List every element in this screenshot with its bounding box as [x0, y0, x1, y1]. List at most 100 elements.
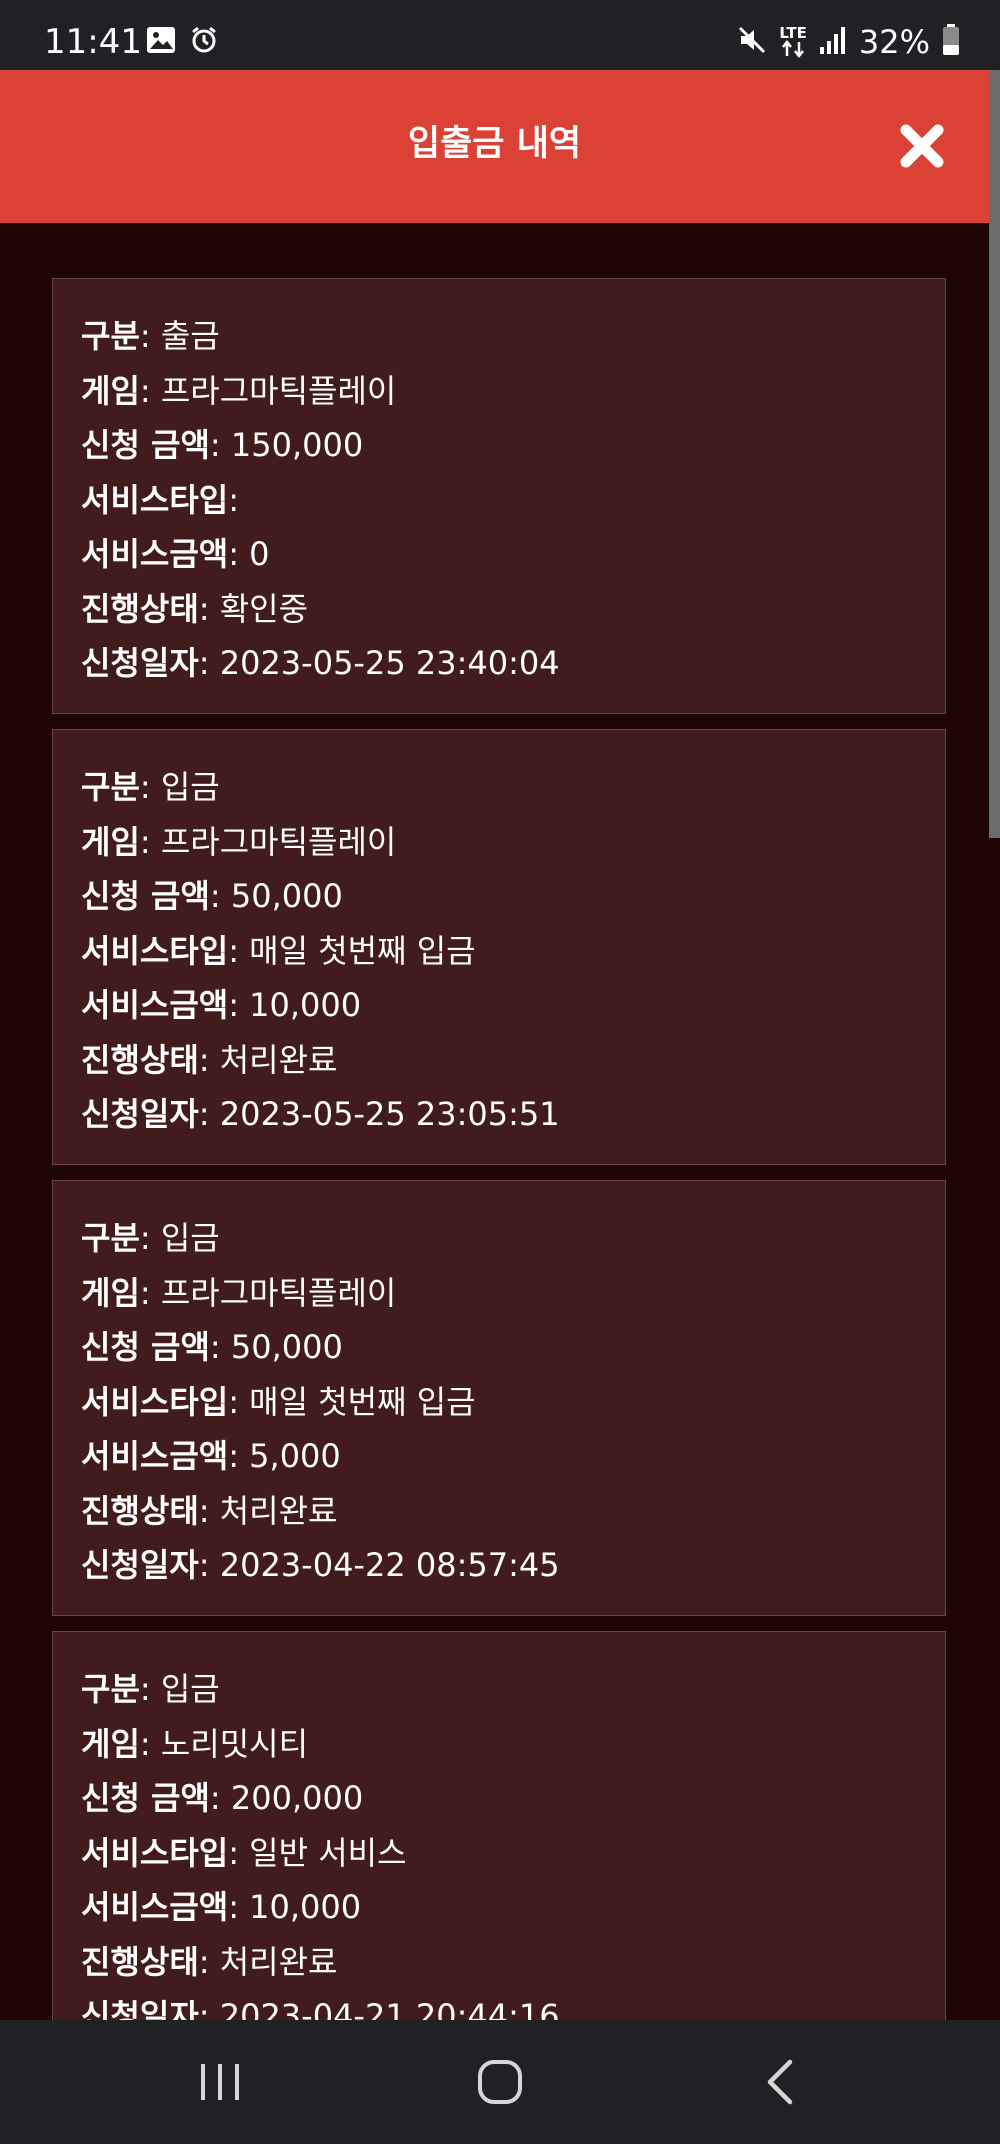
row-type: 구분: 출금 [81, 317, 220, 355]
lte-data-icon: LTE [779, 26, 807, 58]
value-type: 입금 [160, 768, 220, 806]
label-amount: 신청 금액 [81, 877, 210, 915]
value-service-amount: 0 [249, 535, 270, 573]
back-icon [767, 2059, 793, 2105]
value-service-amount: 5,000 [249, 1437, 341, 1475]
value-status: 처리완료 [219, 1491, 338, 1530]
value-amount: 50,000 [230, 877, 343, 915]
label-type: 구분 [81, 317, 140, 355]
label-date: 신청일자 [81, 644, 199, 682]
row-amount: 신청 금액: 50,000 [81, 877, 343, 915]
row-service-amount: 서비스금액: 10,000 [81, 986, 362, 1024]
value-game: 프라그마틱플레이 [160, 1273, 397, 1312]
recent-apps-icon [201, 2064, 239, 2100]
status-right-icons: LTE 32% [737, 22, 960, 62]
label-service-amount: 서비스금액 [81, 1437, 229, 1475]
navigation-bar [0, 2020, 1000, 2144]
recent-apps-button[interactable] [188, 2050, 252, 2114]
label-game: 게임 [81, 1273, 140, 1312]
close-icon [900, 124, 944, 168]
row-service-amount: 서비스금액: 0 [81, 535, 270, 573]
label-status: 진행상태 [81, 1942, 199, 1981]
label-service-type: 서비스타입 [81, 480, 229, 519]
value-type: 입금 [160, 1219, 220, 1257]
row-date: 신청일자: 2023-05-25 23:05:51 [81, 1095, 560, 1133]
row-status: 진행상태: 처리완료 [81, 1040, 338, 1079]
label-date: 신청일자 [81, 1546, 199, 1584]
value-game: 프라그마틱플레이 [160, 371, 397, 410]
page-header: 입출금 내역 [0, 70, 989, 223]
value-service-type: 매일 첫번째 입금 [249, 931, 476, 970]
label-type: 구분 [81, 768, 140, 806]
row-amount: 신청 금액: 50,000 [81, 1328, 343, 1366]
alarm-icon [190, 26, 218, 58]
label-status: 진행상태 [81, 1491, 199, 1530]
label-service-type: 서비스타입 [81, 1382, 229, 1421]
row-type: 구분: 입금 [81, 1670, 220, 1708]
value-amount: 50,000 [230, 1328, 343, 1366]
status-bar: 11:41 LTE 32% [0, 0, 1000, 70]
value-amount: 200,000 [230, 1779, 364, 1817]
signal-icon [819, 25, 847, 59]
home-button[interactable] [468, 2050, 532, 2114]
label-type: 구분 [81, 1670, 140, 1708]
row-status: 진행상태: 확인중 [81, 589, 309, 628]
row-service-amount: 서비스금액: 5,000 [81, 1437, 341, 1475]
row-game: 게임: 프라그마틱플레이 [81, 1273, 397, 1312]
home-icon [478, 2060, 522, 2104]
transaction-card: 구분: 입금 게임: 프라그마틱플레이 신청 금액: 50,000 서비스타입:… [52, 1180, 946, 1616]
label-status: 진행상태 [81, 589, 199, 628]
row-service-type: 서비스타입: [81, 480, 239, 519]
row-status: 진행상태: 처리완료 [81, 1942, 338, 1981]
value-service-amount: 10,000 [249, 1888, 362, 1926]
label-service-amount: 서비스금액 [81, 535, 229, 573]
value-type: 출금 [160, 317, 220, 355]
transaction-list: 구분: 출금 게임: 프라그마틱플레이 신청 금액: 150,000 서비스타입… [52, 278, 948, 2082]
value-service-type: 일반 서비스 [249, 1833, 407, 1872]
row-date: 신청일자: 2023-04-22 08:57:45 [81, 1546, 560, 1584]
close-button[interactable] [896, 120, 948, 172]
value-date: 2023-05-25 23:40:04 [219, 644, 560, 682]
value-status: 처리완료 [219, 1040, 338, 1079]
page-title: 입출금 내역 [407, 124, 582, 164]
row-amount: 신청 금액: 200,000 [81, 1779, 364, 1817]
transaction-card: 구분: 입금 게임: 노리밋시티 신청 금액: 200,000 서비스타입: 일… [52, 1631, 946, 2067]
row-type: 구분: 입금 [81, 1219, 220, 1257]
transaction-card: 구분: 입금 게임: 프라그마틱플레이 신청 금액: 50,000 서비스타입:… [52, 729, 946, 1165]
label-date: 신청일자 [81, 1095, 199, 1133]
back-button[interactable] [748, 2050, 812, 2114]
status-time: 11:41 [44, 22, 142, 62]
value-date: 2023-04-22 08:57:45 [219, 1546, 560, 1584]
label-game: 게임 [81, 371, 140, 410]
row-service-type: 서비스타입: 매일 첫번째 입금 [81, 931, 476, 970]
value-game: 프라그마틱플레이 [160, 822, 397, 861]
value-game: 노리밋시티 [160, 1724, 309, 1763]
value-type: 입금 [160, 1670, 220, 1708]
row-game: 게임: 프라그마틱플레이 [81, 822, 397, 861]
image-icon [146, 26, 176, 58]
mute-icon [737, 25, 767, 59]
label-service-amount: 서비스금액 [81, 1888, 229, 1926]
value-date: 2023-05-25 23:05:51 [219, 1095, 560, 1133]
label-status: 진행상태 [81, 1040, 199, 1079]
battery-percent: 32% [858, 23, 930, 61]
row-date: 신청일자: 2023-05-25 23:40:04 [81, 644, 560, 682]
label-service-type: 서비스타입 [81, 931, 229, 970]
label-service-type: 서비스타입 [81, 1833, 229, 1872]
value-status: 처리완료 [219, 1942, 338, 1981]
transaction-card: 구분: 출금 게임: 프라그마틱플레이 신청 금액: 150,000 서비스타입… [52, 278, 946, 714]
row-type: 구분: 입금 [81, 768, 220, 806]
value-service-type: 매일 첫번째 입금 [249, 1382, 476, 1421]
row-game: 게임: 노리밋시티 [81, 1724, 309, 1763]
value-service-amount: 10,000 [249, 986, 362, 1024]
label-amount: 신청 금액 [81, 1328, 210, 1366]
scrollbar-thumb[interactable] [989, 70, 1000, 838]
row-service-type: 서비스타입: 일반 서비스 [81, 1833, 407, 1872]
label-type: 구분 [81, 1219, 140, 1257]
lte-label: LTE [779, 24, 807, 42]
label-game: 게임 [81, 1724, 140, 1763]
row-service-type: 서비스타입: 매일 첫번째 입금 [81, 1382, 476, 1421]
row-amount: 신청 금액: 150,000 [81, 426, 364, 464]
label-service-amount: 서비스금액 [81, 986, 229, 1024]
row-service-amount: 서비스금액: 10,000 [81, 1888, 362, 1926]
